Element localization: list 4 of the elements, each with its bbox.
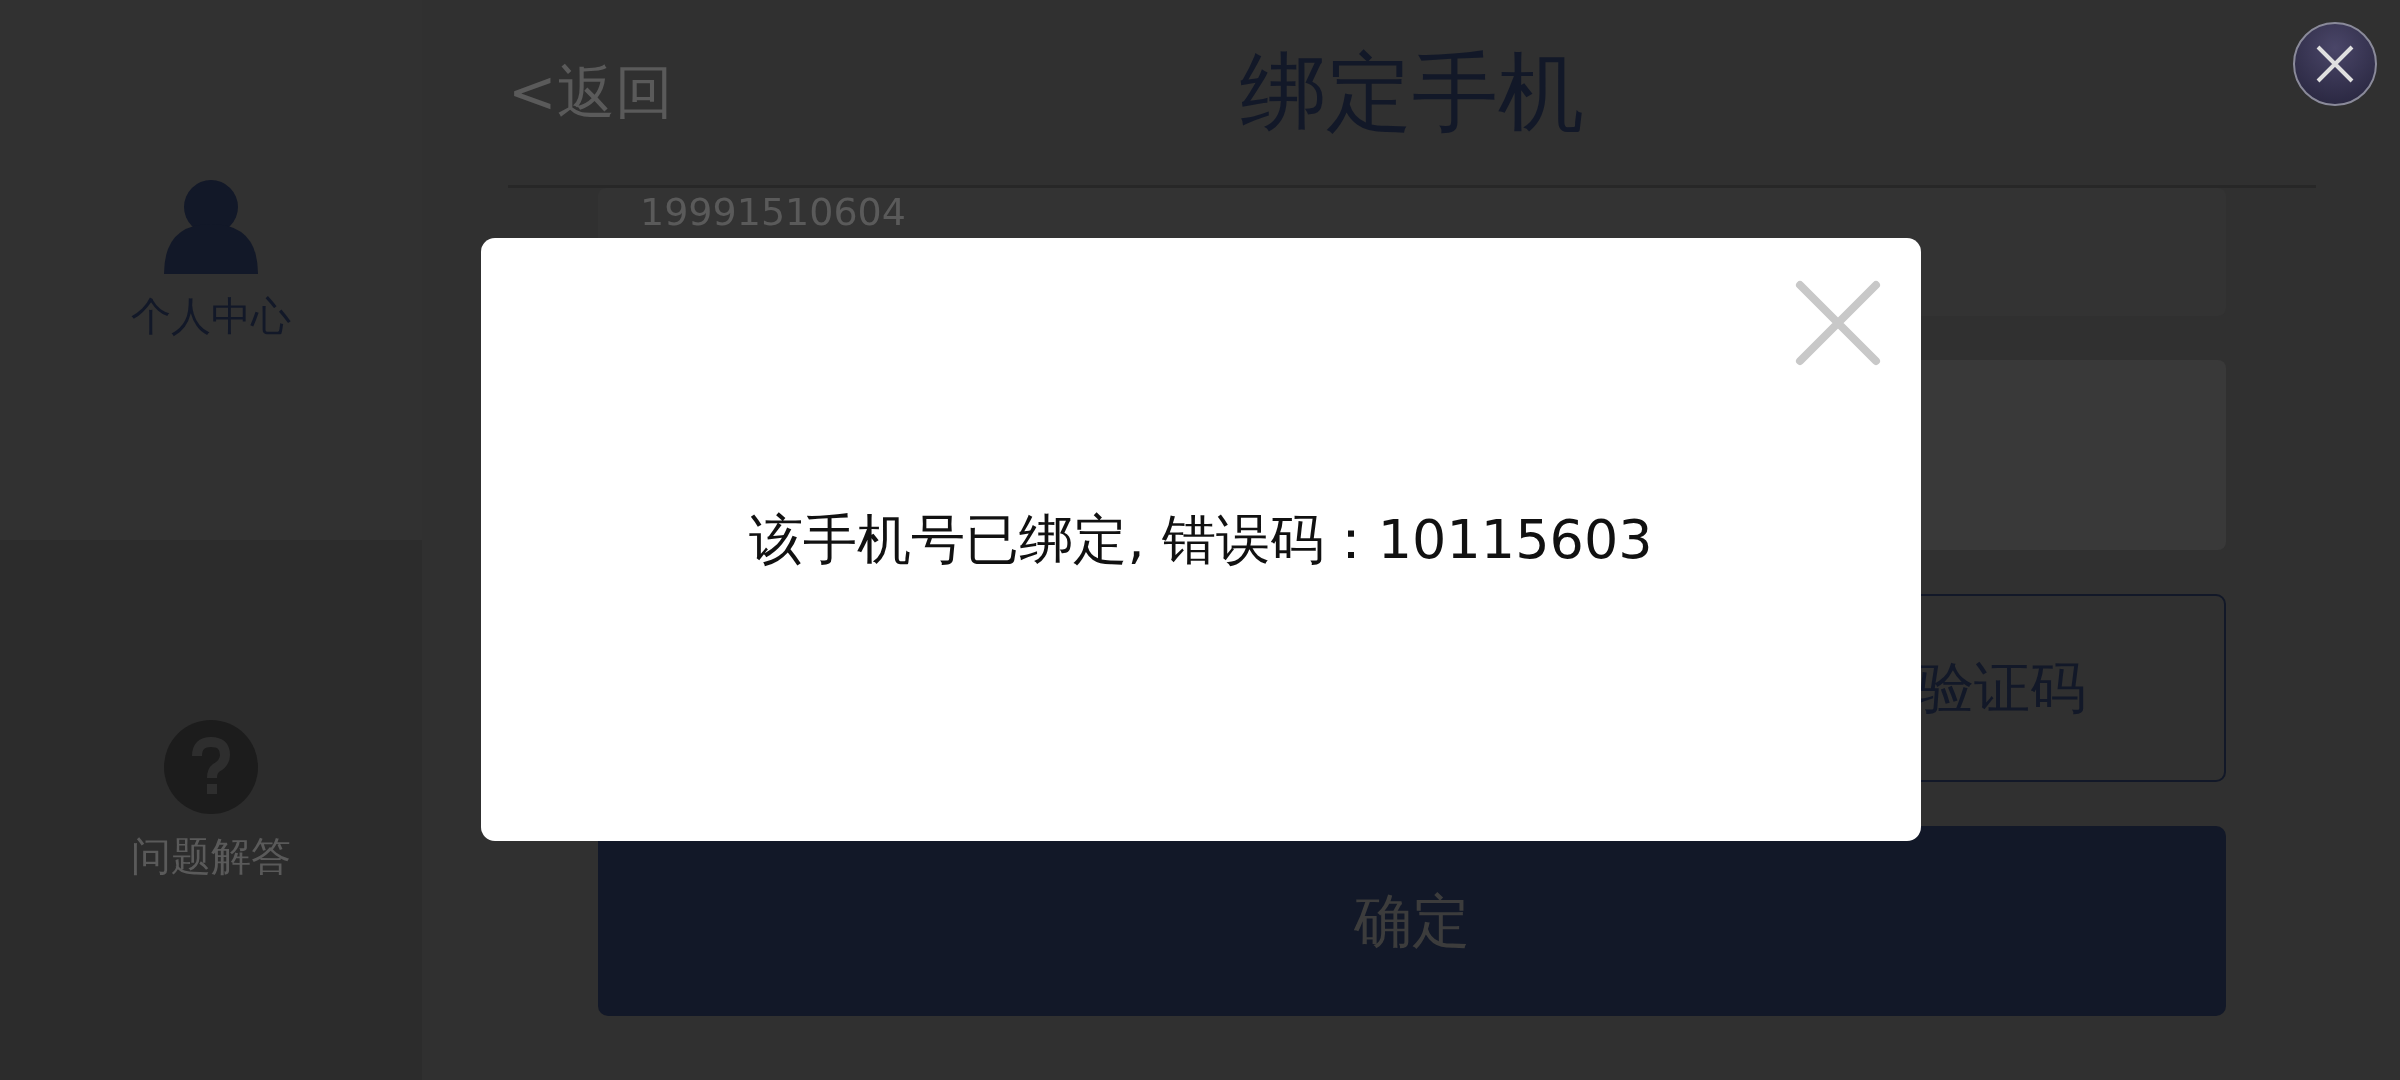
person-icon: [164, 180, 258, 274]
close-icon: [1795, 280, 1881, 366]
error-message: 该手机号已绑定, 错误码：10115603: [749, 507, 1653, 573]
close-icon: [2315, 44, 2355, 84]
